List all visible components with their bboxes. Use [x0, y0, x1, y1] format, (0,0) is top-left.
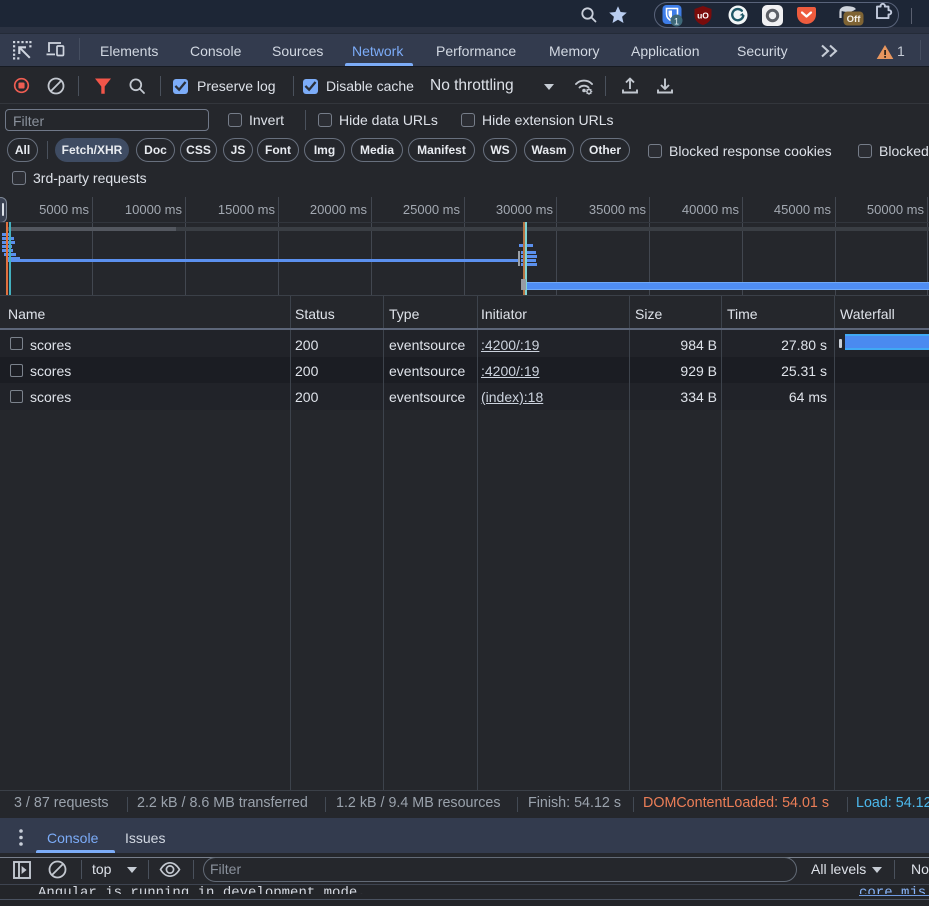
- svg-text:1: 1: [674, 17, 679, 27]
- svg-text:uO: uO: [697, 11, 709, 21]
- svg-text:Off: Off: [847, 14, 862, 25]
